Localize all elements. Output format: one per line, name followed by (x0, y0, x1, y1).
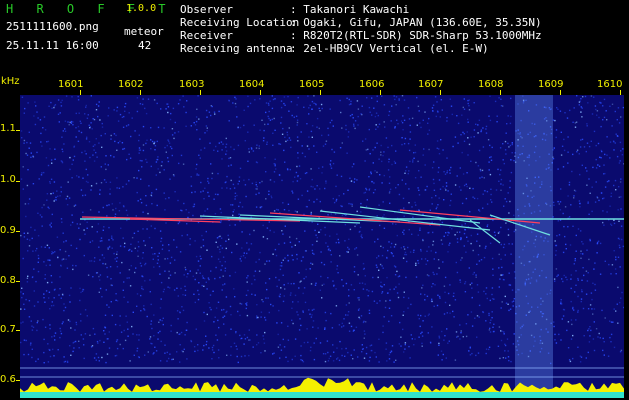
observer-value: : Takanori Kawachi (290, 3, 410, 16)
activity-baseline (20, 392, 624, 398)
freq-label: 1.1 (0, 123, 16, 134)
antenna-key: Receiving antenna (180, 42, 293, 55)
time-label: 1609 (538, 79, 564, 90)
freq-label: 0.8 (0, 275, 16, 286)
time-label: 1610 (597, 79, 623, 90)
receiver-value: : R820T2(RTL-SDR) SDR-Sharp 53.1000MHz (290, 29, 542, 42)
freq-label: 0.6 (0, 374, 16, 385)
unit-label: kHz (1, 76, 20, 87)
freq-label: 0.9 (0, 225, 16, 236)
timestamp: 25.11.11 16:00 (6, 39, 99, 52)
noise-burst-column (515, 95, 553, 398)
time-label: 1605 (299, 79, 325, 90)
time-label: 1601 (58, 79, 84, 90)
file-name: 2511111600.png (6, 20, 99, 33)
freq-label: 1.0 (0, 174, 16, 185)
freq-label: 0.7 (0, 324, 16, 335)
app-version: 1.0.0 (126, 3, 157, 14)
location-value: : Ogaki, Gifu, JAPAN (136.60E, 35.35N) (290, 16, 542, 29)
antenna-value: : 2el-HB9CV Vertical (el. E-W) (290, 42, 489, 55)
spectrogram-image (20, 95, 624, 398)
header-panel: H R O F F T 1.0.0 2511111600.png meteor … (0, 0, 629, 72)
time-label: 1608 (478, 79, 504, 90)
time-label: 1604 (239, 79, 265, 90)
time-label: 1606 (359, 79, 385, 90)
spectrogram-panel (20, 95, 624, 398)
meteor-count: 42 (138, 39, 152, 52)
observer-key: Observer (180, 3, 233, 16)
receiver-key: Receiver (180, 29, 233, 42)
meteor-label: meteor (124, 25, 164, 38)
time-label: 1607 (418, 79, 444, 90)
time-label: 1602 (118, 79, 144, 90)
time-label: 1603 (179, 79, 205, 90)
location-key: Receiving Location (180, 16, 300, 29)
